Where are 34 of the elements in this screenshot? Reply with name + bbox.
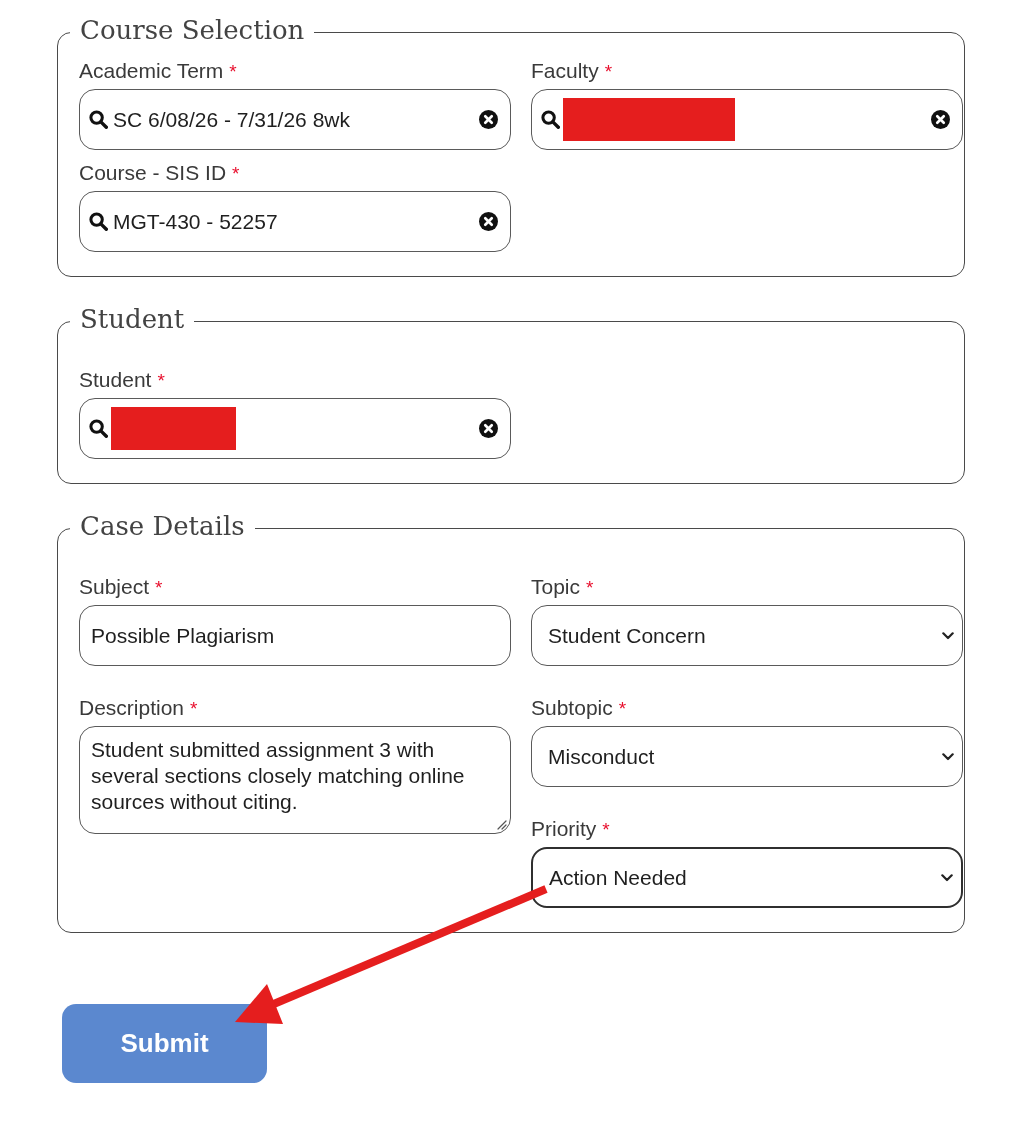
search-field[interactable] xyxy=(531,89,963,150)
clear-icon[interactable] xyxy=(479,419,498,438)
field-label: Student * xyxy=(79,367,165,393)
chevron-down-icon xyxy=(942,752,954,761)
search-field[interactable] xyxy=(79,398,511,459)
search-icon xyxy=(89,110,108,129)
field-label: Priority * xyxy=(531,816,610,842)
field-label: Faculty * xyxy=(531,58,613,84)
search-icon xyxy=(89,419,108,438)
text-field[interactable]: Possible Plagiarism xyxy=(79,605,511,666)
submit-button[interactable]: Submit xyxy=(62,1004,267,1083)
chevron-down-icon xyxy=(942,631,954,640)
section-title: Student xyxy=(80,304,185,334)
clear-icon[interactable] xyxy=(479,110,498,129)
clear-icon[interactable] xyxy=(931,110,950,129)
section-title: Case Details xyxy=(80,511,245,541)
search-field[interactable]: MGT-430 - 52257 xyxy=(79,191,511,252)
field-label: Description * xyxy=(79,695,198,721)
search-icon xyxy=(541,110,560,129)
field-label: Academic Term * xyxy=(79,58,237,84)
field-label: Course - SIS ID * xyxy=(79,160,240,186)
section-title: Course Selection xyxy=(80,15,305,45)
field-label: Subject * xyxy=(79,574,163,600)
field-label: Topic * xyxy=(531,574,594,600)
search-field[interactable]: SC 6/08/26 - 7/31/26 8wk xyxy=(79,89,511,150)
text-area-field[interactable]: Student submitted assignment 3 with several sections closely matching online sources without citing. xyxy=(79,726,511,834)
chevron-down-icon xyxy=(941,873,953,882)
clear-icon[interactable] xyxy=(479,212,498,231)
dropdown-field[interactable]: Misconduct xyxy=(531,726,963,787)
dropdown-field[interactable]: Student Concern xyxy=(531,605,963,666)
field-label: Subtopic * xyxy=(531,695,627,721)
dropdown-field[interactable]: Action Needed xyxy=(531,847,963,908)
search-icon xyxy=(89,212,108,231)
resize-handle-icon[interactable] xyxy=(497,820,507,830)
